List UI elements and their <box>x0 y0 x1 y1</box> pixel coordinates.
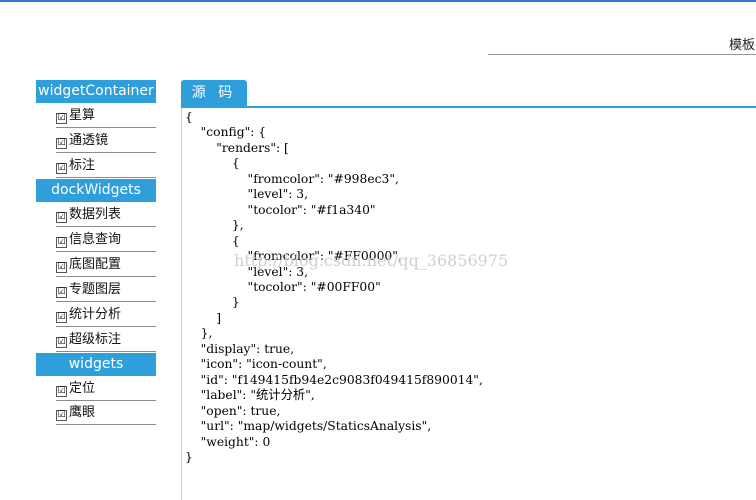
widget-item-biaozhu[interactable]: ☑ 标注 <box>56 155 156 178</box>
checkbox-checked-icon[interactable]: ☑ <box>56 262 67 273</box>
checkbox-checked-icon[interactable]: ☑ <box>56 386 67 397</box>
checkbox-checked-icon[interactable]: ☑ <box>56 138 67 149</box>
checkbox-checked-icon[interactable]: ☑ <box>56 212 67 223</box>
code-line: } <box>185 449 193 464</box>
code-line: "weight": 0 <box>200 434 271 449</box>
code-line: "renders": [ <box>216 140 289 155</box>
code-line: "display": true, <box>200 341 295 356</box>
code-line: "config": { <box>200 125 267 140</box>
widget-item-label: 信息查询 <box>69 232 122 247</box>
source-code-text[interactable]: { "config": { "renders": [ { "fromcolor"… <box>182 108 756 465</box>
code-line: "fromcolor": "#FF0000", <box>247 249 402 264</box>
widget-item-basemap-config[interactable]: ☑ 底图配置 <box>56 254 156 277</box>
widget-item-label: 底图配置 <box>69 257 122 272</box>
checkbox-checked-icon[interactable]: ☑ <box>56 337 67 348</box>
widget-item-super-label[interactable]: ☑ 超级标注 <box>56 329 156 352</box>
tab-source-code[interactable]: 源 码 <box>181 80 247 107</box>
widget-item-locate[interactable]: ☑ 定位 <box>56 378 156 401</box>
widget-item-thematic-layer[interactable]: ☑ 专题图层 <box>56 279 156 302</box>
code-line: "level": 3, <box>247 187 309 202</box>
checkbox-checked-icon[interactable]: ☑ <box>56 410 67 421</box>
code-line: "fromcolor": "#998ec3", <box>247 171 399 186</box>
code-line: "label": "统计分析", <box>200 388 315 403</box>
widget-item-overview-map[interactable]: ☑ 鹰眼 <box>56 402 156 425</box>
group-header-widgets[interactable]: widgets <box>36 353 156 376</box>
widget-item-label: 超级标注 <box>69 332 122 347</box>
widget-item-label: 数据列表 <box>69 207 122 222</box>
widget-item-label: 通透镜 <box>69 133 109 148</box>
checkbox-checked-icon[interactable]: ☑ <box>56 113 67 124</box>
code-line: "tocolor": "#f1a340" <box>247 202 376 217</box>
widget-item-label: 鹰眼 <box>69 405 96 420</box>
top-accent-line <box>0 0 756 2</box>
widget-item-tongtoujing[interactable]: ☑ 通透镜 <box>56 130 156 153</box>
code-line: { <box>185 110 193 124</box>
code-line: }, <box>231 218 244 233</box>
checkbox-checked-icon[interactable]: ☑ <box>56 312 67 323</box>
code-line: "tocolor": "#00FF00" <box>247 279 381 294</box>
code-line: } <box>231 295 240 310</box>
code-line: "level": 3, <box>247 264 309 279</box>
code-line: "url": "map/widgets/StaticsAnalysis", <box>200 419 432 434</box>
widget-item-info-query[interactable]: ☑ 信息查询 <box>56 229 156 252</box>
checkbox-checked-icon[interactable]: ☑ <box>56 163 67 174</box>
checkbox-checked-icon[interactable]: ☑ <box>56 237 67 248</box>
checkbox-checked-icon[interactable]: ☑ <box>56 287 67 298</box>
group-header-widgetcontainer[interactable]: widgetContainer <box>36 80 156 103</box>
code-line: "icon": "icon-count", <box>200 357 327 372</box>
widget-config-sidebar: widgetContainer ☑ 星算 ☑ 通透镜 ☑ 标注 dockWidgets… <box>36 80 156 426</box>
code-line: "id": "f149415fb94e2c9083f049415f890014"… <box>200 372 483 387</box>
code-line: { <box>231 233 240 248</box>
code-line: { <box>231 156 240 171</box>
widget-item-label: 定位 <box>69 381 96 396</box>
code-line: }, <box>200 326 213 341</box>
widget-item-label: 统计分析 <box>69 307 122 322</box>
widget-item-label: 标注 <box>69 158 96 173</box>
header-title: 模板 <box>729 38 756 53</box>
header-divider <box>488 54 756 55</box>
widget-item-label: 星算 <box>69 108 96 123</box>
code-line: ] <box>216 310 222 325</box>
widget-item-data-list[interactable]: ☑ 数据列表 <box>56 204 156 227</box>
code-line: "open": true, <box>200 403 281 418</box>
group-header-dockwidgets[interactable]: dockWidgets <box>36 179 156 202</box>
widget-item-xingsuan[interactable]: ☑ 星算 <box>56 105 156 128</box>
source-code-panel[interactable]: { "config": { "renders": [ { "fromcolor"… <box>181 108 756 500</box>
widget-item-label: 专题图层 <box>69 282 122 297</box>
widget-item-statistics[interactable]: ☑ 统计分析 <box>56 304 156 327</box>
